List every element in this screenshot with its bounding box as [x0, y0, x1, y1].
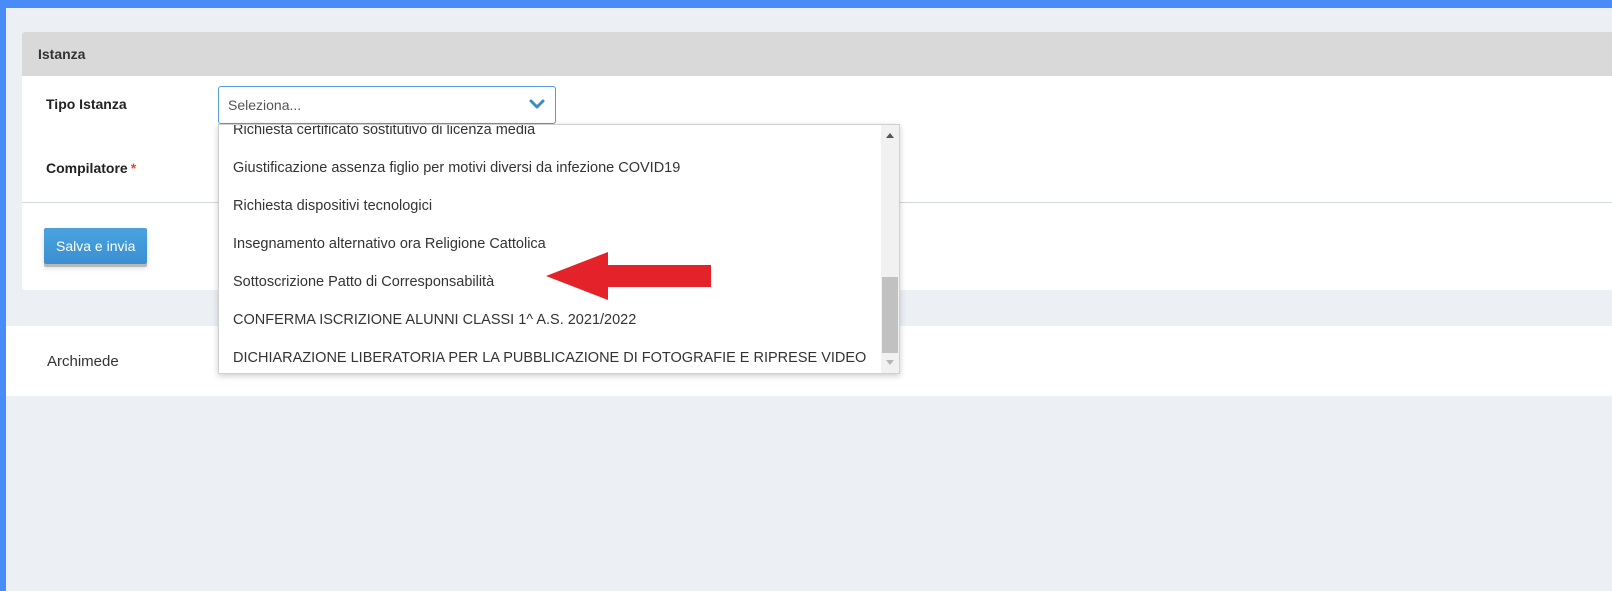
dropdown-option[interactable]: CONFERMA ISCRIZIONE ALUNNI CLASSI 1^ A.S…: [219, 301, 879, 339]
tipo-istanza-label-text: Tipo Istanza: [46, 96, 127, 112]
tipo-istanza-dropdown[interactable]: Richiesta certificato sostitutivo di lic…: [218, 124, 900, 374]
tipo-istanza-select[interactable]: Seleziona...: [218, 86, 556, 124]
dropdown-option[interactable]: DICHIARAZIONE LIBERATORIA PER LA PUBBLIC…: [219, 339, 879, 373]
scroll-up-arrow-icon[interactable]: [886, 133, 894, 138]
dropdown-scrollbar[interactable]: [881, 125, 899, 373]
compilatore-label-text: Compilatore: [46, 160, 128, 176]
footer-text: Archimede: [47, 352, 119, 370]
panel-header: Istanza: [22, 32, 1612, 76]
scroll-down-arrow-icon[interactable]: [886, 360, 894, 365]
select-placeholder: Seleziona...: [228, 97, 302, 113]
dropdown-option[interactable]: Richiesta dispositivi tecnologici: [219, 187, 879, 225]
tipo-istanza-label: Tipo Istanza: [46, 96, 127, 112]
red-arrow-left-icon: [546, 252, 711, 300]
scroll-thumb[interactable]: [882, 277, 898, 353]
save-and-send-button[interactable]: Salva e invia: [44, 228, 148, 264]
chevron-down-icon: [529, 99, 545, 109]
panel-title: Istanza: [38, 46, 86, 62]
dropdown-option[interactable]: Richiesta certificato sostitutivo di lic…: [219, 125, 879, 149]
app-frame: Istanza Tipo Istanza Seleziona... Compil…: [6, 8, 1612, 591]
compilatore-label: Compilatore *: [46, 160, 136, 176]
required-indicator: *: [130, 160, 137, 176]
dropdown-list: Richiesta certificato sostitutivo di lic…: [219, 125, 879, 373]
dropdown-option[interactable]: Giustificazione assenza figlio per motiv…: [219, 149, 879, 187]
